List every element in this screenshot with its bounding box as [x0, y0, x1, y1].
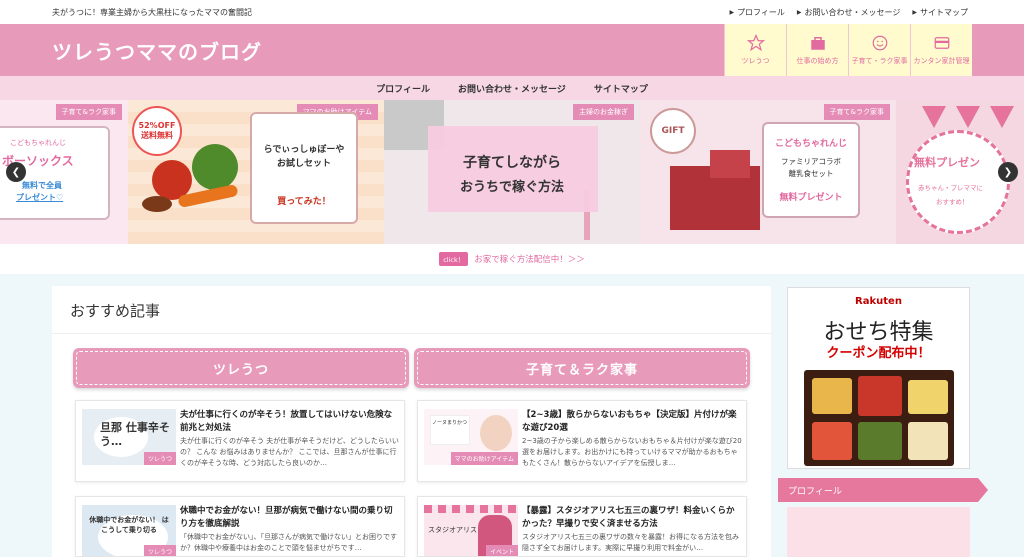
bag-icon — [810, 37, 825, 50]
slide-card: こどもちゃれんじ ファミリアコラボ 離乳食セット 無料プレゼント — [762, 122, 860, 218]
smile-icon — [872, 35, 887, 51]
top-bar: 夫がうつに！専業主婦から大黒柱になったママの奮闘記 ▶ プロフィール ▶ お問い合わ… — [0, 0, 1024, 24]
bunting-decoration — [956, 106, 980, 128]
triangle-icon: ▶ — [912, 8, 917, 16]
bunting-decoration — [922, 106, 946, 128]
gift-badge: GIFT — [650, 108, 696, 154]
carousel-next-button[interactable]: ❯ — [998, 162, 1018, 182]
article-thumbnail: スタジオアリス イベント — [424, 505, 518, 556]
article-card[interactable]: 休職中でお金がない！ は こうして乗り切る ツレうつ 休職中でお金がない！旦那が… — [75, 496, 405, 557]
article-thumbnail: ノーヌまりかつ ママのお助けアイテム — [424, 409, 518, 465]
main-nav-profile[interactable]: プロフィール — [376, 82, 430, 95]
gift-box-image — [710, 150, 750, 178]
triangle-icon: ▶ — [729, 8, 735, 16]
site-title[interactable]: ツレうつママのブログ — [52, 36, 262, 65]
slide-category-tag: 主婦のお金稼ぎ — [573, 104, 634, 120]
header-nav-childcare[interactable]: 子育て・ラク家事 — [848, 24, 910, 76]
top-links: ▶ プロフィール ▶ お問い合わせ・メッセージ ▶ サイトマップ — [729, 7, 968, 18]
category-badge: ツレうつ — [143, 545, 176, 556]
slide-category-tag: 子育て&ラク家事 — [823, 104, 890, 120]
article-excerpt: スタジオアリス七五三の裏ワザの数々を暴露！お得になる方法を包み隠さず全てお届けし… — [522, 533, 739, 552]
vegetables-image — [142, 140, 246, 220]
site-tagline: 夫がうつに！専業主婦から大黒柱になったママの奮闘記 — [52, 7, 252, 17]
article-title[interactable]: 休職中でお金がない！旦那が病気で働けない間の乗り切り方を徹底解説 — [180, 505, 400, 531]
click-badge: click！ — [439, 252, 469, 266]
top-link-profile[interactable]: ▶ プロフィール — [729, 7, 784, 18]
ad-subheadline: クーポン配布中！ — [826, 346, 931, 361]
slide-card: らでぃっしゅぼーや お試しセット 買ってみた！ — [250, 112, 358, 224]
header-nav-work[interactable]: 仕事の始め方 — [786, 24, 848, 76]
article-card[interactable]: スタジオアリス イベント 【暴露】スタジオアリス七五三の裏ワザ！料金いくらかかっ… — [417, 496, 747, 557]
bunting-decoration — [990, 106, 1014, 128]
header-nav-tsureutsu[interactable]: ツレうつ — [724, 24, 786, 76]
rakuten-logo: Rakuten — [855, 296, 902, 307]
article-excerpt: 「休職中でお金がない」、「旦那さんが病気で働けない」とお困りですか？休職中や療養… — [180, 533, 397, 552]
main-nav-contact[interactable]: お問い合わせ・メッセージ — [458, 82, 566, 95]
carousel-slide[interactable]: 子育て&ラク家事 GIFT こどもちゃれんじ ファミリアコラボ 離乳食セット 無… — [640, 100, 896, 244]
site-header: ツレうつママのブログ ツレうつ 仕事の始め方 子育て・ラク家事 カンタン家計管理 — [0, 24, 1024, 76]
article-title[interactable]: 【2~3歳】散らからないおもちゃ【決定版】片付けが楽な遊び20選 — [522, 409, 742, 435]
top-link-contact[interactable]: ▶ お問い合わせ・メッセージ — [797, 7, 900, 18]
main-nav-sitemap[interactable]: サイトマップ — [594, 82, 648, 95]
category-badge: ツレうつ — [143, 452, 176, 465]
article-excerpt: 夫が仕事に行くのが辛そう 夫が仕事が辛そうだけど、どうしたらいいの？ こんな お… — [180, 437, 399, 467]
divider — [52, 333, 771, 334]
main-nav: プロフィール お問い合わせ・メッセージ サイトマップ — [0, 76, 1024, 100]
carousel-slide[interactable]: ママのお助けアイテム 52%OFF 送料無料 らでぃっしゅぼーや お試しセット … — [128, 100, 384, 244]
carousel-slide[interactable]: 主婦のお金稼ぎ 子育てしながら おうちで稼ぐ方法 — [384, 100, 640, 244]
article-thumbnail: 休職中でお金がない！ は こうして乗り切る ツレうつ — [82, 505, 176, 556]
sidebar-profile-heading: プロフィール — [778, 478, 988, 502]
header-nav-budget[interactable]: カンタン家計管理 — [910, 24, 972, 76]
osechi-image — [804, 370, 954, 466]
article-title[interactable]: 夫が仕事に行くのが辛そう！放置してはいけない危険な前兆と対処法 — [180, 409, 400, 435]
carousel: ❮ ❯ 子育て&ラク家事 こどもちゃれんじ ボーソックス 無料で全員 プレゼント… — [0, 100, 1024, 244]
triangle-icon: ▶ — [796, 8, 802, 16]
rakuten-ad-banner[interactable]: Rakuten おせち特集 クーポン配布中！ — [787, 287, 970, 469]
header-nav: ツレうつ 仕事の始め方 子育て・ラク家事 カンタン家計管理 — [724, 24, 972, 76]
child-photo — [480, 415, 512, 451]
category-heading-tsureutsu[interactable]: ツレうつ — [73, 348, 409, 388]
category-badge: ママのお助けアイテム — [450, 452, 518, 465]
top-link-sitemap[interactable]: ▶ サイトマップ — [912, 7, 968, 18]
promo-banner[interactable]: click！ お家で稼ぐ方法配信中！＞＞ — [0, 244, 1024, 274]
article-title[interactable]: 【暴露】スタジオアリス七五三の裏ワザ！料金いくらかかった？早撮りで安く済ませる方… — [522, 505, 742, 531]
carousel-prev-button[interactable]: ❮ — [6, 162, 26, 182]
card-icon — [934, 37, 949, 49]
profile-image — [787, 507, 970, 557]
article-card[interactable]: ノーヌまりかつ ママのお助けアイテム 【2~3歳】散らからないおもちゃ【決定版】… — [417, 400, 747, 482]
chevron-left-icon: ❮ — [11, 166, 21, 178]
article-excerpt: 2~3歳の子から楽しめる散らからないおもちゃ＆片付けが楽な遊び20選をお届けしま… — [522, 437, 742, 467]
main-content: おすすめ記事 ツレうつ 子育て＆ラク家事 旦那 仕事辛そう… ツレうつ 夫が仕事… — [52, 286, 771, 557]
slide-category-tag: 子育て&ラク家事 — [55, 104, 122, 120]
category-badge: イベント — [485, 545, 518, 556]
chevron-right-icon: ❯ — [1003, 166, 1013, 178]
bunting-decoration — [424, 505, 518, 513]
article-card[interactable]: 旦那 仕事辛そう… ツレうつ 夫が仕事に行くのが辛そう！放置してはいけない危険な… — [75, 400, 405, 482]
promo-link[interactable]: お家で稼ぐ方法配信中！＞＞ — [474, 253, 585, 265]
star-icon — [746, 34, 765, 52]
category-heading-childcare[interactable]: 子育て＆ラク家事 — [414, 348, 750, 388]
article-thumbnail: 旦那 仕事辛そう… ツレうつ — [82, 409, 176, 465]
section-title: おすすめ記事 — [70, 302, 161, 320]
